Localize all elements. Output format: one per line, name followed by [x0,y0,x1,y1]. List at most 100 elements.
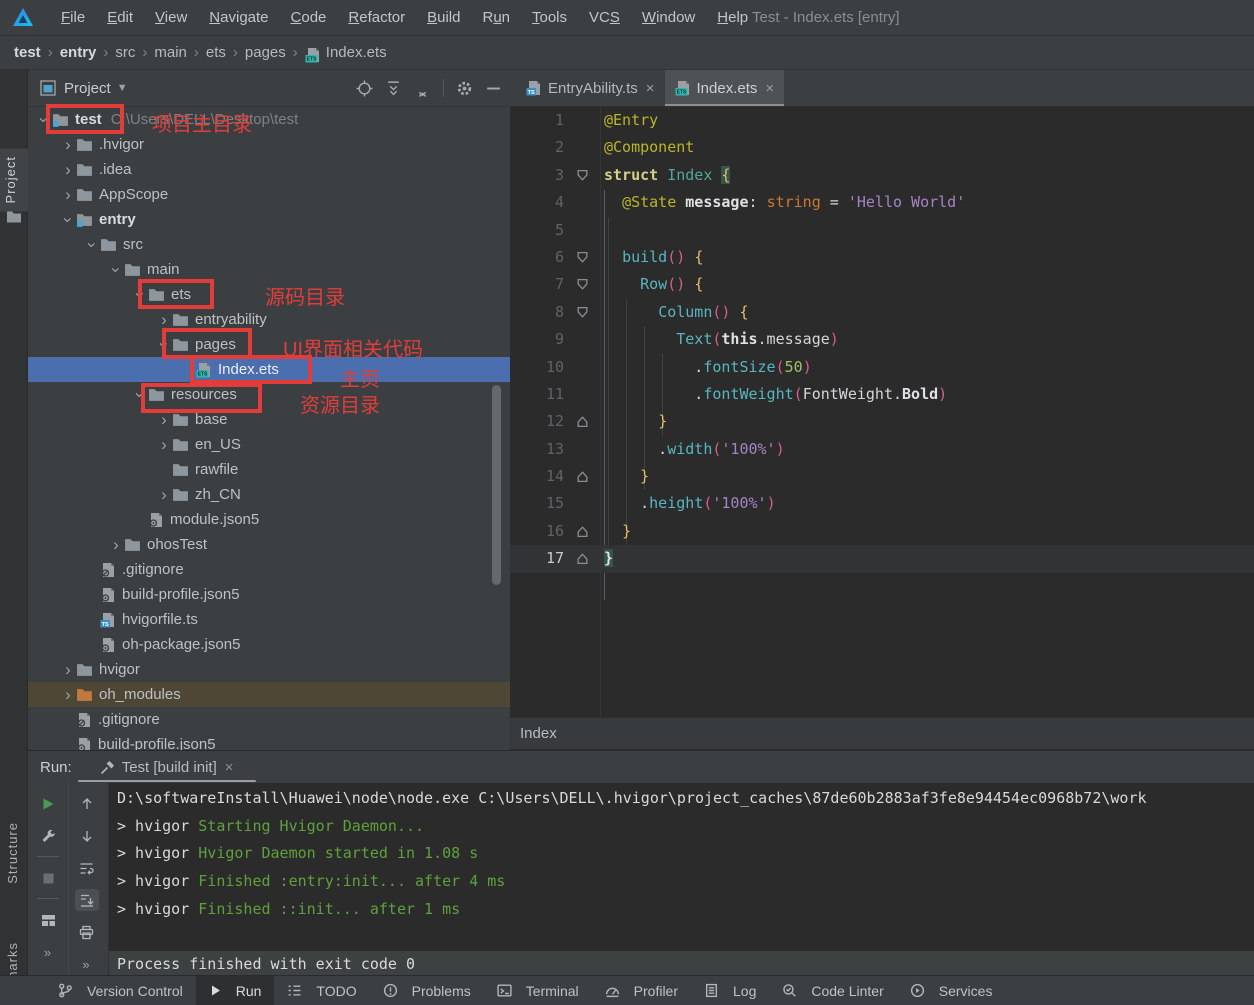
chevron-down-icon[interactable]: › [109,262,123,278]
menu-view[interactable]: View [144,9,198,26]
stripe-tab-project[interactable]: Project [0,148,28,211]
tree-item-entryability[interactable]: ›entryability [28,307,510,332]
tree-item-.hvigor[interactable]: ›.hvigor [28,132,510,157]
tree-item-main[interactable]: ›main [28,257,510,282]
chevron-down-icon[interactable]: › [133,387,147,403]
restore-layout-button[interactable] [36,909,60,931]
tree-item-ohosTest[interactable]: ›ohosTest [28,532,510,557]
tree-item-module.json5[interactable]: ›module.json5 [28,507,510,532]
tree-item-ets[interactable]: ›ets [28,282,510,307]
soft-wrap-button[interactable] [75,857,99,879]
tree-item-pages[interactable]: ›pages [28,332,510,357]
up-arrow-button[interactable] [75,793,99,815]
menu-edit[interactable]: Edit [96,9,144,26]
tree-item-.idea[interactable]: ›.idea [28,157,510,182]
chevron-right-icon[interactable]: › [108,538,124,552]
chevron-down-icon[interactable]: › [157,337,171,353]
editor-tab-Index.ets[interactable]: ETSIndex.ets× [665,70,785,106]
chevron-right-icon[interactable]: › [60,163,76,177]
menu-tools[interactable]: Tools [521,9,578,26]
menu-navigate[interactable]: Navigate [198,9,279,26]
chevron-right-icon[interactable]: › [156,488,172,502]
chevron-down-icon[interactable]: › [85,237,99,253]
tree-item-base[interactable]: ›base [28,407,510,432]
more-actions-button[interactable]: » [36,941,60,963]
tree-item-resources[interactable]: ›resources [28,382,510,407]
fold-marker-icon[interactable] [568,518,600,545]
tool-window-button-services[interactable]: Services [897,976,1006,1005]
breadcrumb-item-main[interactable]: main [154,44,187,61]
editor-tab-EntryAbility.ts[interactable]: TSEntryAbility.ts× [516,70,665,106]
tool-window-button-problems[interactable]: Problems [370,976,484,1005]
tree-item-en_US[interactable]: ›en_US [28,432,510,457]
collapse-all-button[interactable] [414,80,431,97]
breadcrumb-item-pages[interactable]: pages [245,44,286,61]
menu-file[interactable]: File [50,9,96,26]
tree-item-.gitignore[interactable]: ›.gitignore [28,707,510,732]
project-panel-title[interactable]: Project [64,80,111,97]
stop-button[interactable] [36,867,60,889]
tree-item-build-profile.json5[interactable]: ›build-profile.json5 [28,732,510,750]
stripe-tab-structure[interactable]: Structure [5,822,20,884]
tree-item-hvigor[interactable]: ›hvigor [28,657,510,682]
down-arrow-button[interactable] [75,825,99,847]
tool-window-button-todo[interactable]: TODO [274,976,369,1005]
fold-marker-icon[interactable] [568,244,600,271]
menu-code[interactable]: Code [280,9,338,26]
code-area[interactable]: 1@Entry2@Component3struct Index {4 @Stat… [510,107,1254,718]
breadcrumb-item-ets[interactable]: ets [206,44,226,61]
locate-file-button[interactable] [356,80,373,97]
rerun-button[interactable] [36,793,60,815]
tree-item-zh_CN[interactable]: ›zh_CN [28,482,510,507]
tree-item-test[interactable]: ›testC:\Users\DELL\Desktop\test [28,107,510,132]
tool-window-button-run[interactable]: Run [196,976,275,1005]
breadcrumb-item-entry[interactable]: entry [60,44,97,61]
tree-item-oh-package.json5[interactable]: ›oh-package.json5 [28,632,510,657]
run-tab[interactable]: Test [build init] × [100,759,234,776]
breadcrumb-item-src[interactable]: src [115,44,135,61]
scroll-to-end-button[interactable] [75,889,99,911]
menu-vcs[interactable]: VCS [578,9,631,26]
hide-panel-button[interactable] [485,80,502,97]
fold-marker-icon[interactable] [568,162,600,189]
menu-run[interactable]: Run [471,9,521,26]
tree-item-rawfile[interactable]: ›rawfile [28,457,510,482]
breadcrumb-item-Index.ets[interactable]: Index.ets [326,44,387,61]
chevron-right-icon[interactable]: › [156,313,172,327]
chevron-right-icon[interactable]: › [60,663,76,677]
tree-item-src[interactable]: ›src [28,232,510,257]
print-icon[interactable] [75,921,99,943]
tree-item-AppScope[interactable]: ›AppScope [28,182,510,207]
fold-marker-icon[interactable] [568,545,600,572]
fold-marker-icon[interactable] [568,463,600,490]
tool-window-button-profiler[interactable]: Profiler [592,976,691,1005]
fold-marker-icon[interactable] [568,271,600,298]
chevron-right-icon[interactable]: › [156,438,172,452]
tree-item-entry[interactable]: ›entry [28,207,510,232]
tool-window-button-code-linter[interactable]: Code Linter [769,976,896,1005]
close-icon[interactable]: × [646,80,655,97]
edit-configuration-wrench-icon[interactable] [36,825,60,847]
scrollbar-thumb[interactable] [492,385,501,585]
fold-marker-icon[interactable] [568,408,600,435]
close-icon[interactable]: × [225,759,234,776]
chevron-down-icon[interactable]: ▼ [117,82,128,94]
menu-build[interactable]: Build [416,9,471,26]
menu-window[interactable]: Window [631,9,706,26]
chevron-down-icon[interactable]: › [37,112,51,128]
tree-item-.gitignore[interactable]: ›.gitignore [28,557,510,582]
tree-item-Index.ets[interactable]: ›ETSIndex.ets [28,357,510,382]
menu-refactor[interactable]: Refactor [337,9,416,26]
settings-gear-icon[interactable] [456,80,473,97]
fold-marker-icon[interactable] [568,299,600,326]
chevron-right-icon[interactable]: › [60,188,76,202]
close-icon[interactable]: × [765,80,774,97]
chevron-down-icon[interactable]: › [61,212,75,228]
tree-item-build-profile.json5[interactable]: ›build-profile.json5 [28,582,510,607]
chevron-down-icon[interactable]: › [133,287,147,303]
chevron-right-icon[interactable]: › [60,688,76,702]
more-actions-button[interactable]: » [75,953,99,975]
tool-window-button-terminal[interactable]: Terminal [484,976,592,1005]
tool-window-button-log[interactable]: Log [691,976,769,1005]
run-console[interactable]: D:\softwareInstall\Huawei\node\node.exe … [108,783,1254,976]
